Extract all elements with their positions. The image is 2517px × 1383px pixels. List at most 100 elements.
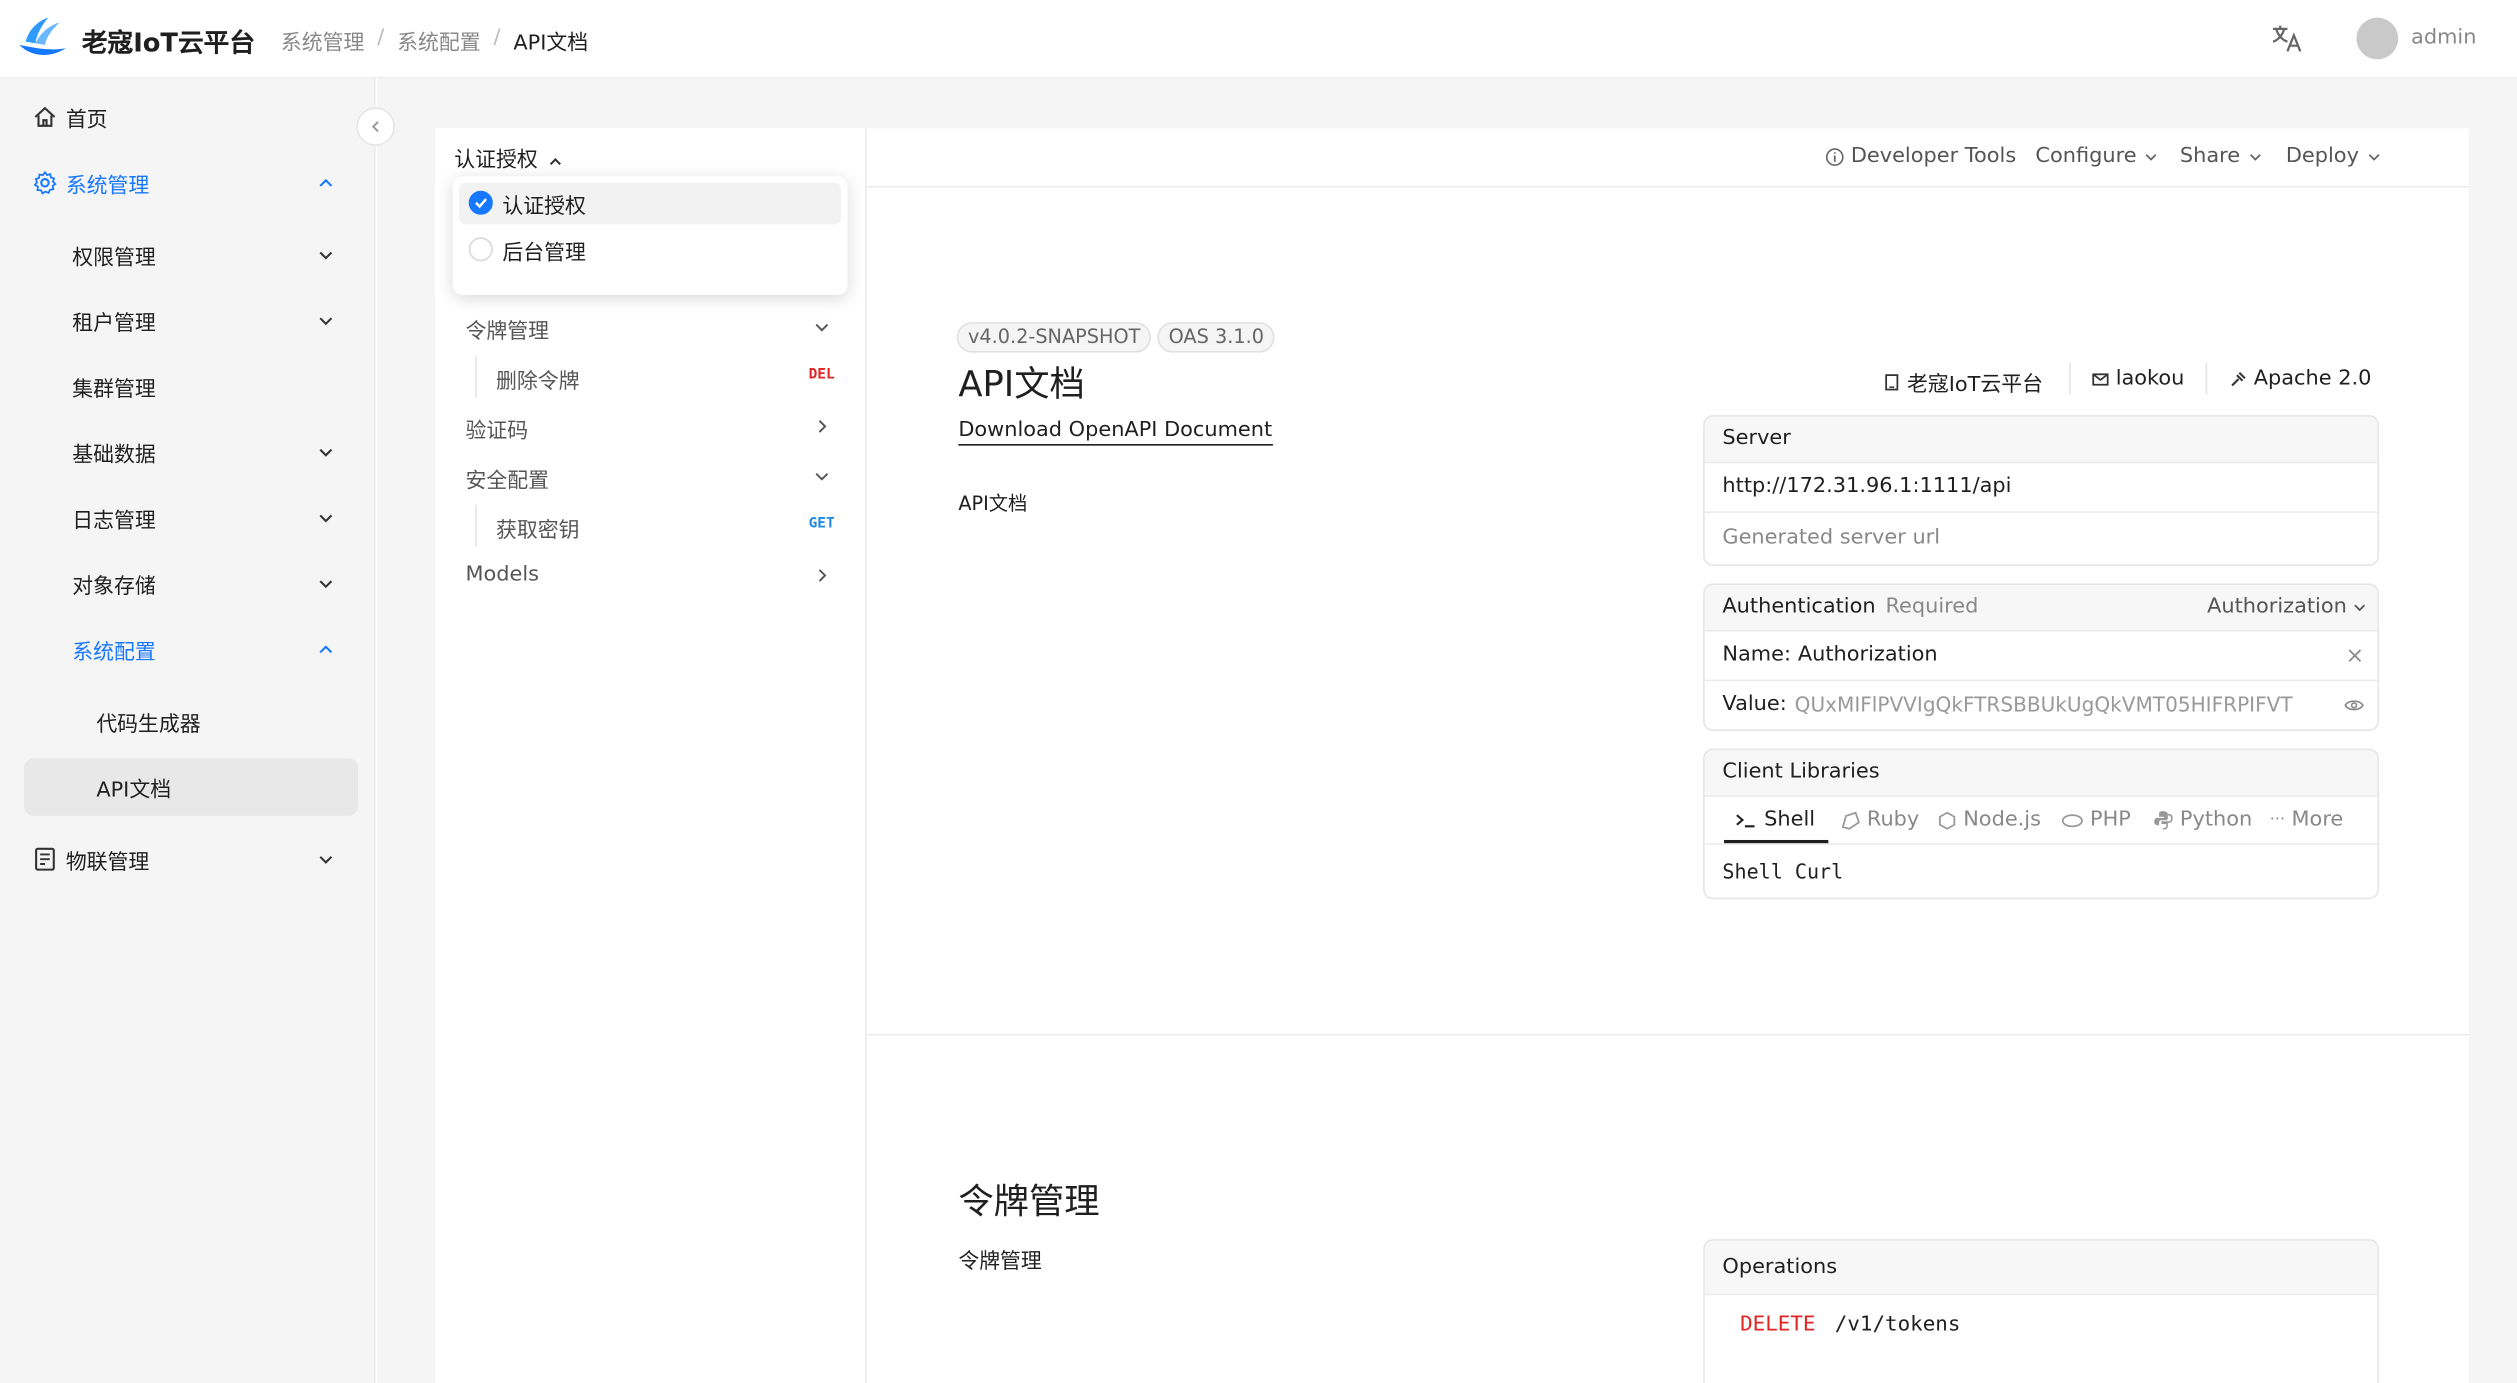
sidebar-item-system-config[interactable]: 系统配置 [24, 620, 358, 678]
breadcrumb-item-system-config[interactable]: 系统配置 [397, 26, 480, 56]
deploy-label: Deploy [2285, 144, 2359, 169]
nav-operation-label: 删除令牌 [496, 370, 580, 395]
sidebar-item-label: 集群管理 [72, 377, 156, 402]
oas-badge: OAS 3.1.0 [1157, 322, 1276, 353]
sidebar-item-iot-management[interactable]: 物联管理 [24, 830, 358, 888]
sidebar-item-label: API文档 [96, 778, 172, 803]
tab-shell[interactable]: Shell [1735, 808, 1815, 832]
auth-value-input[interactable]: QUxMIFlPVVIgQkFTRSBBUkUgQkVMT05HIFRPIFVT [1795, 693, 2293, 717]
sidebar-item-tenants[interactable]: 租户管理 [24, 292, 358, 350]
auth-scheme-select[interactable]: Authorization [2207, 595, 2368, 619]
sidebar-item-object-storage[interactable]: 对象存储 [24, 555, 358, 613]
nav-tag-captcha[interactable]: 验证码 [466, 404, 845, 449]
close-icon[interactable] [2347, 648, 2363, 664]
sidebar-item-label: 系统管理 [65, 173, 150, 198]
user-name[interactable]: admin [2411, 26, 2476, 50]
sidebar-item-system-management[interactable]: 系统管理 [24, 154, 358, 212]
sidebar-item-base-data[interactable]: 基础数据 [24, 423, 358, 481]
meta-divider [2069, 362, 2071, 395]
nav-operation-get-key[interactable]: 获取密钥 GET [475, 504, 844, 547]
nav-tag-security-config[interactable]: 安全配置 [466, 454, 845, 499]
api-group-select[interactable]: 认证授权 [454, 143, 563, 173]
app-title[interactable]: 老寇IoT云平台 [82, 21, 255, 59]
avatar[interactable] [2356, 17, 2399, 60]
configure-label: Configure [2035, 144, 2137, 169]
translate-icon[interactable] [2270, 22, 2305, 54]
chevron-down-icon [2367, 153, 2379, 160]
server-url-row[interactable]: http://172.31.96.1:1111/api [1704, 463, 2378, 513]
sidebar-item-home[interactable]: 首页 [24, 88, 358, 146]
client-libraries-tabs: Shell Ruby Node.js PHP Python ··· More [1704, 797, 2378, 845]
active-tab-indicator [1724, 839, 1829, 844]
tab-ruby[interactable]: Ruby [1840, 808, 1919, 832]
sidebar-item-label: 首页 [65, 108, 108, 133]
contact-link[interactable]: laokou [2092, 367, 2185, 392]
chevron-down-icon [815, 473, 829, 481]
nav-tag-label: 验证码 [465, 419, 529, 445]
breadcrumb-item-api-docs: API文档 [513, 32, 589, 57]
version-badge: v4.0.2-SNAPSHOT [956, 322, 1152, 353]
sidebar-item-label: 基础数据 [72, 443, 156, 468]
sidebar-item-label: 物联管理 [65, 850, 150, 875]
dropdown-option-label: 后台管理 [502, 241, 586, 266]
auth-name-label: Name: [1722, 642, 1792, 667]
tab-nodejs[interactable]: Node.js [1938, 808, 2041, 832]
method-badge-delete: DEL [808, 367, 835, 384]
developer-tools-button[interactable]: Developer Tools [1825, 144, 2016, 168]
nav-models-label: Models [465, 562, 540, 587]
contact-link-label: laokou [2115, 367, 2185, 392]
nav-models[interactable]: Models [466, 553, 845, 598]
chevron-down-icon [319, 580, 333, 589]
breadcrumb-separator: / [493, 25, 501, 50]
license-link-label: Apache 2.0 [2253, 367, 2372, 392]
sidebar-item-code-generator[interactable]: 代码生成器 [24, 693, 358, 751]
client-library-code: Shell Curl [1705, 845, 2378, 896]
tab-label: Python [2179, 807, 2253, 832]
auth-name-row: Name: Authorization [1704, 632, 2378, 682]
app-logo-icon[interactable] [16, 16, 67, 61]
sidebar-item-logs[interactable]: 日志管理 [24, 489, 358, 547]
license-link[interactable]: Apache 2.0 [2230, 367, 2372, 392]
server-card-header: Server [1704, 416, 2378, 464]
chevron-down-icon [319, 856, 333, 864]
chevron-down-icon [2145, 153, 2157, 160]
sidebar-collapse-button[interactable] [356, 107, 395, 146]
download-openapi-link[interactable]: Download OpenAPI Document [958, 418, 1273, 446]
api-group-selected: 认证授权 [454, 149, 538, 174]
tab-php[interactable]: PHP [2061, 808, 2131, 832]
gavel-icon [2231, 371, 2246, 387]
auth-required-label: Required [1885, 594, 1979, 619]
operation-path: /v1/tokens [1834, 1312, 1961, 1337]
deploy-button[interactable]: Deploy [2286, 144, 2382, 168]
chevron-down-icon [319, 251, 333, 260]
platform-link-label: 老寇IoT云平台 [1907, 373, 2044, 398]
chevron-right-icon [818, 420, 827, 433]
device-icon [35, 847, 55, 871]
nav-tag-token-management[interactable]: 令牌管理 [466, 305, 845, 350]
nav-operation-delete-token[interactable]: 删除令牌 DEL [475, 355, 844, 398]
operation-row-delete-tokens[interactable]: DELETE /v1/tokens [1705, 1295, 2378, 1359]
dropdown-option-admin[interactable]: 后台管理 [459, 229, 841, 271]
chevron-down-icon [319, 514, 333, 523]
server-description-row: Generated server url [1705, 513, 2378, 563]
sidebar-item-permissions[interactable]: 权限管理 [24, 226, 358, 284]
platform-link[interactable]: 老寇IoT云平台 [1883, 367, 2044, 398]
info-icon [1825, 147, 1844, 166]
dropdown-option-auth[interactable]: 认证授权 [459, 182, 842, 225]
share-label: Share [2179, 144, 2241, 169]
breadcrumb-item-system-management[interactable]: 系统管理 [281, 26, 364, 56]
share-button[interactable]: Share [2180, 144, 2263, 168]
tab-python[interactable]: Python [2153, 807, 2253, 832]
configure-button[interactable]: Configure [2035, 144, 2159, 168]
tab-more[interactable]: ··· More [2270, 808, 2343, 832]
operations-card: Operations DELETE /v1/tokens [1703, 1239, 2379, 1383]
eye-icon[interactable] [2344, 697, 2365, 713]
sidebar-item-label: 对象存储 [72, 574, 156, 599]
tab-label: More [2291, 807, 2344, 832]
auth-name-input[interactable]: Authorization [1798, 643, 1938, 667]
sidebar-item-api-docs[interactable]: API文档 [24, 758, 358, 816]
python-icon [2154, 811, 2173, 830]
sidebar-item-clusters[interactable]: 集群管理 [24, 357, 358, 415]
terminal-icon [1736, 813, 1755, 827]
sidebar-item-label: 权限管理 [72, 246, 156, 271]
